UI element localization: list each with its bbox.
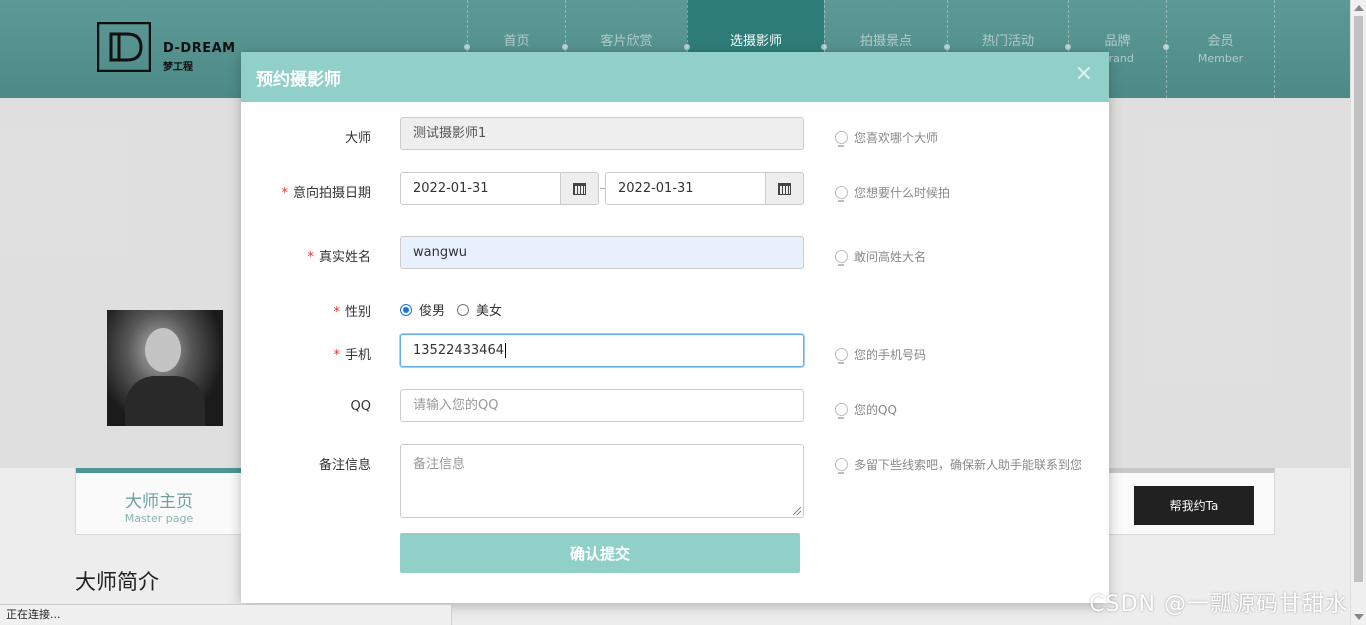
bulb-icon bbox=[835, 131, 848, 147]
modal-header: 预约摄影师 × bbox=[241, 52, 1109, 102]
booking-modal: 预约摄影师 × 大师 测试摄影师1 您喜欢哪个大师 * 意向拍摄日期 2022-0… bbox=[241, 52, 1109, 603]
qq-label: QQ bbox=[350, 399, 371, 414]
bulb-icon bbox=[835, 250, 848, 266]
gender-female-radio[interactable] bbox=[457, 303, 470, 316]
date-start-input[interactable]: 2022-01-31 bbox=[400, 172, 561, 205]
date-end-input[interactable]: 2022-01-31 bbox=[605, 172, 766, 205]
master-input[interactable]: 测试摄影师1 bbox=[400, 117, 804, 150]
master-hint: 您喜欢哪个大师 bbox=[835, 129, 938, 147]
calendar-icon bbox=[573, 182, 586, 195]
master-label: 大师 bbox=[344, 131, 371, 146]
browser-status-bar: 正在连接... bbox=[0, 604, 452, 625]
bulb-icon bbox=[835, 186, 848, 202]
scroll-thumb[interactable] bbox=[1354, 16, 1363, 582]
bulb-icon bbox=[835, 403, 848, 419]
gender-male-label[interactable]: 俊男 bbox=[419, 300, 445, 319]
phone-input[interactable]: 13522433464 bbox=[400, 334, 804, 367]
name-input[interactable]: wangwu bbox=[400, 236, 804, 269]
gender-label: * 性别 bbox=[333, 305, 371, 320]
gender-radio-group: 俊男 美女 bbox=[400, 300, 514, 319]
name-label: * 真实姓名 bbox=[307, 250, 371, 265]
gender-male-radio[interactable] bbox=[400, 303, 412, 316]
phone-hint: 您的手机号码 bbox=[835, 346, 926, 364]
date-label: * 意向拍摄日期 bbox=[281, 186, 371, 201]
phone-label: * 手机 bbox=[333, 348, 371, 363]
date-end-button[interactable] bbox=[765, 172, 804, 205]
submit-button[interactable]: 确认提交 bbox=[400, 533, 800, 573]
remark-textarea[interactable]: 备注信息 bbox=[400, 444, 804, 518]
date-start-button[interactable] bbox=[560, 172, 599, 205]
calendar-icon bbox=[778, 182, 791, 195]
scrollbar[interactable] bbox=[1350, 0, 1366, 625]
bulb-icon bbox=[835, 458, 848, 474]
scroll-up-icon[interactable] bbox=[1354, 5, 1364, 11]
resize-handle[interactable] bbox=[793, 507, 801, 515]
modal-title: 预约摄影师 bbox=[256, 70, 341, 90]
date-hint: 您想要什么时候拍 bbox=[835, 184, 950, 202]
bulb-icon bbox=[835, 348, 848, 364]
gender-female-label[interactable]: 美女 bbox=[476, 300, 502, 319]
watermark: CSDN @一瓢源码甘甜水 bbox=[1089, 592, 1348, 617]
qq-input[interactable]: 请输入您的QQ bbox=[400, 389, 804, 422]
scroll-down-icon[interactable] bbox=[1354, 614, 1364, 620]
qq-hint: 您的QQ bbox=[835, 401, 897, 419]
close-icon[interactable]: × bbox=[1075, 63, 1093, 85]
remark-hint: 多留下些线索吧，确保新人助手能联系到您 bbox=[835, 456, 1082, 474]
name-hint: 敢问高姓大名 bbox=[835, 248, 926, 266]
remark-label: 备注信息 bbox=[318, 458, 371, 473]
